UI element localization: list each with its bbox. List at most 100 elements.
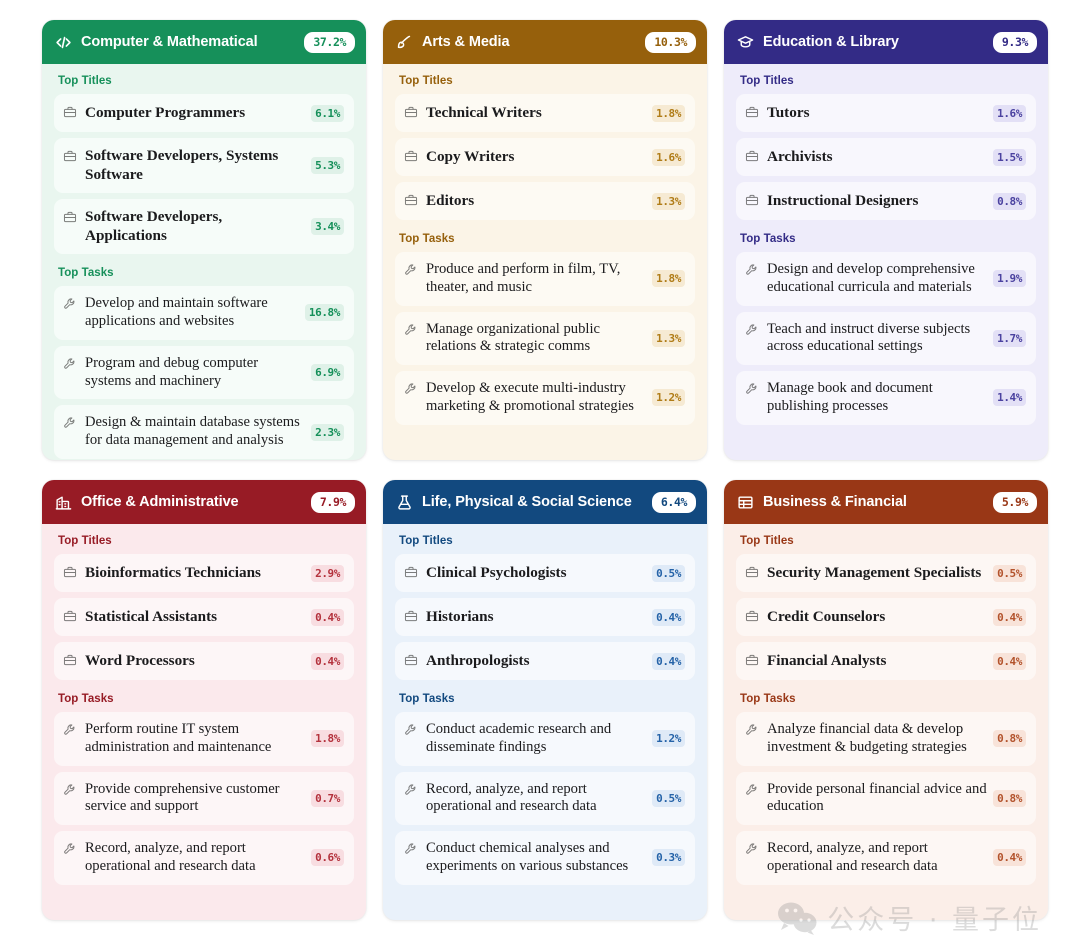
occupation-card-arts-media[interactable]: Arts & Media 10.3% Top Titles Technical Wri… — [383, 20, 707, 460]
title-row[interactable]: Security Management Specialists 0.5% — [736, 554, 1036, 592]
task-row[interactable]: Provide personal financial advice and ed… — [736, 771, 1036, 826]
briefcase-icon — [745, 565, 759, 579]
task-row[interactable]: Develop and maintain software applicatio… — [54, 286, 354, 340]
office-building-icon — [55, 494, 72, 511]
title-row[interactable]: Instructional Designers 0.8% — [736, 182, 1036, 220]
table-grid-icon — [737, 494, 754, 511]
wrench-icon — [63, 416, 77, 430]
wrench-icon — [63, 723, 77, 737]
task-percent: 2.3% — [311, 423, 344, 441]
task-row[interactable]: Conduct chemical analyses and experiment… — [395, 831, 695, 885]
briefcase-icon — [745, 149, 759, 163]
task-row[interactable]: Record, analyze, and report operational … — [54, 831, 354, 885]
card-body: Top Titles Clinical Psychologists 0.5% Hist… — [383, 524, 707, 920]
wrench-icon — [404, 263, 418, 277]
title-row[interactable]: Statistical Assistants 0.4% — [54, 598, 354, 636]
task-name: Design and develop comprehensive educati… — [767, 261, 975, 295]
task-row[interactable]: Provide comprehensive customer service a… — [54, 771, 354, 826]
task-row[interactable]: Record, analyze, and report operational … — [736, 831, 1036, 885]
occupation-card-office-administrative[interactable]: Office & Administrative 7.9% Top Titles Bio… — [42, 480, 366, 920]
title-row[interactable]: Word Processors 0.4% — [54, 642, 354, 680]
title-percent: 0.4% — [652, 652, 685, 670]
task-row[interactable]: Design & maintain database systems for d… — [54, 405, 354, 459]
title-row[interactable]: Tutors 1.6% — [736, 94, 1036, 132]
task-row[interactable]: Perform routine IT system administration… — [54, 712, 354, 766]
occupation-cards-grid: Computer & Mathematical 37.2% Top Titles Co… — [0, 0, 1080, 920]
title-row[interactable]: Copy Writers 1.6% — [395, 138, 695, 176]
card-percent-badge: 10.3% — [645, 31, 696, 53]
occupation-card-life-physical-social-science[interactable]: Life, Physical & Social Science 6.4% Top T… — [383, 480, 707, 920]
task-row[interactable]: Analyze financial data & develop investm… — [736, 712, 1036, 766]
title-percent: 1.6% — [652, 148, 685, 166]
title-row[interactable]: Bioinformatics Technicians 2.9% — [54, 554, 354, 592]
task-row[interactable]: Record, analyze, and report operational … — [395, 771, 695, 826]
task-percent: 0.4% — [993, 849, 1026, 867]
top-titles-label: Top Titles — [58, 75, 112, 87]
wrench-icon — [745, 323, 759, 337]
title-row[interactable]: Financial Analysts 0.4% — [736, 642, 1036, 680]
card-percent-badge: 6.4% — [651, 491, 696, 513]
title-name: Clinical Psychologists — [426, 563, 567, 581]
title-percent: 0.4% — [311, 608, 344, 626]
title-name: Financial Analysts — [767, 651, 887, 669]
title-row[interactable]: Software Developers, Applications 3.4% — [54, 199, 354, 255]
task-percent: 1.9% — [993, 270, 1026, 288]
title-percent: 2.9% — [311, 564, 344, 582]
task-row[interactable]: Program and debug computer systems and m… — [54, 345, 354, 400]
wrench-icon — [63, 297, 77, 311]
title-name: Statistical Assistants — [85, 607, 218, 625]
title-row[interactable]: Editors 1.3% — [395, 182, 695, 220]
wrench-icon — [63, 783, 77, 797]
briefcase-icon — [745, 193, 759, 207]
title-percent: 5.3% — [311, 157, 344, 175]
briefcase-icon — [404, 193, 418, 207]
briefcase-icon — [63, 210, 77, 224]
wrench-icon — [404, 842, 418, 856]
task-percent: 6.9% — [311, 364, 344, 382]
title-percent: 1.3% — [652, 192, 685, 210]
task-row[interactable]: Manage book and document publishing proc… — [736, 371, 1036, 425]
title-row[interactable]: Anthropologists 0.4% — [395, 642, 695, 680]
occupation-card-computer-mathematical[interactable]: Computer & Mathematical 37.2% Top Titles Co… — [42, 20, 366, 460]
title-percent: 0.4% — [311, 652, 344, 670]
task-row[interactable]: Manage organizational public relations &… — [395, 311, 695, 366]
paintbrush-icon — [396, 34, 413, 51]
card-header: Computer & Mathematical 37.2% — [42, 20, 366, 64]
task-percent: 1.7% — [993, 329, 1026, 347]
briefcase-icon — [63, 609, 77, 623]
briefcase-icon — [745, 609, 759, 623]
title-name: Software Developers, Applications — [85, 208, 223, 244]
title-percent: 0.5% — [652, 564, 685, 582]
flask-icon — [396, 494, 413, 511]
task-name: Program and debug computer systems and m… — [85, 354, 259, 389]
task-name: Perform routine IT system administration… — [85, 721, 272, 755]
card-header: Business & Financial 5.9% — [724, 480, 1048, 524]
title-row[interactable]: Historians 0.4% — [395, 598, 695, 636]
task-percent: 1.2% — [652, 389, 685, 407]
task-percent: 0.8% — [993, 730, 1026, 748]
occupation-card-education-library[interactable]: Education & Library 9.3% Top Titles Tutors 1… — [724, 20, 1048, 460]
occupation-card-business-financial[interactable]: Business & Financial 5.9% Top Titles Securi… — [724, 480, 1048, 920]
title-row[interactable]: Technical Writers 1.8% — [395, 94, 695, 132]
briefcase-icon — [745, 653, 759, 667]
title-name: Technical Writers — [426, 103, 542, 121]
title-row[interactable]: Software Developers, Systems Software 5.3… — [54, 138, 354, 194]
wrench-icon — [63, 842, 77, 856]
task-row[interactable]: Conduct academic research and disseminat… — [395, 712, 695, 766]
task-row[interactable]: Develop & execute multi-industry marketi… — [395, 371, 695, 425]
card-body: Top Titles Security Management Specialist… — [724, 524, 1048, 920]
task-percent: 0.5% — [652, 789, 685, 807]
title-row[interactable]: Credit Counselors 0.4% — [736, 598, 1036, 636]
title-row[interactable]: Archivists 1.5% — [736, 138, 1036, 176]
task-percent: 0.3% — [652, 849, 685, 867]
title-row[interactable]: Computer Programmers 6.1% — [54, 94, 354, 132]
task-name: Manage book and document publishing proc… — [767, 380, 933, 414]
task-row[interactable]: Design and develop comprehensive educati… — [736, 252, 1036, 306]
title-row[interactable]: Clinical Psychologists 0.5% — [395, 554, 695, 592]
top-titles-label: Top Titles — [740, 535, 794, 547]
task-row[interactable]: Teach and instruct diverse subjects acro… — [736, 311, 1036, 366]
task-row[interactable]: Produce and perform in film, TV, theater… — [395, 252, 695, 306]
top-titles-label: Top Titles — [399, 535, 453, 547]
wrench-icon — [404, 323, 418, 337]
title-name: Bioinformatics Technicians — [85, 563, 261, 581]
